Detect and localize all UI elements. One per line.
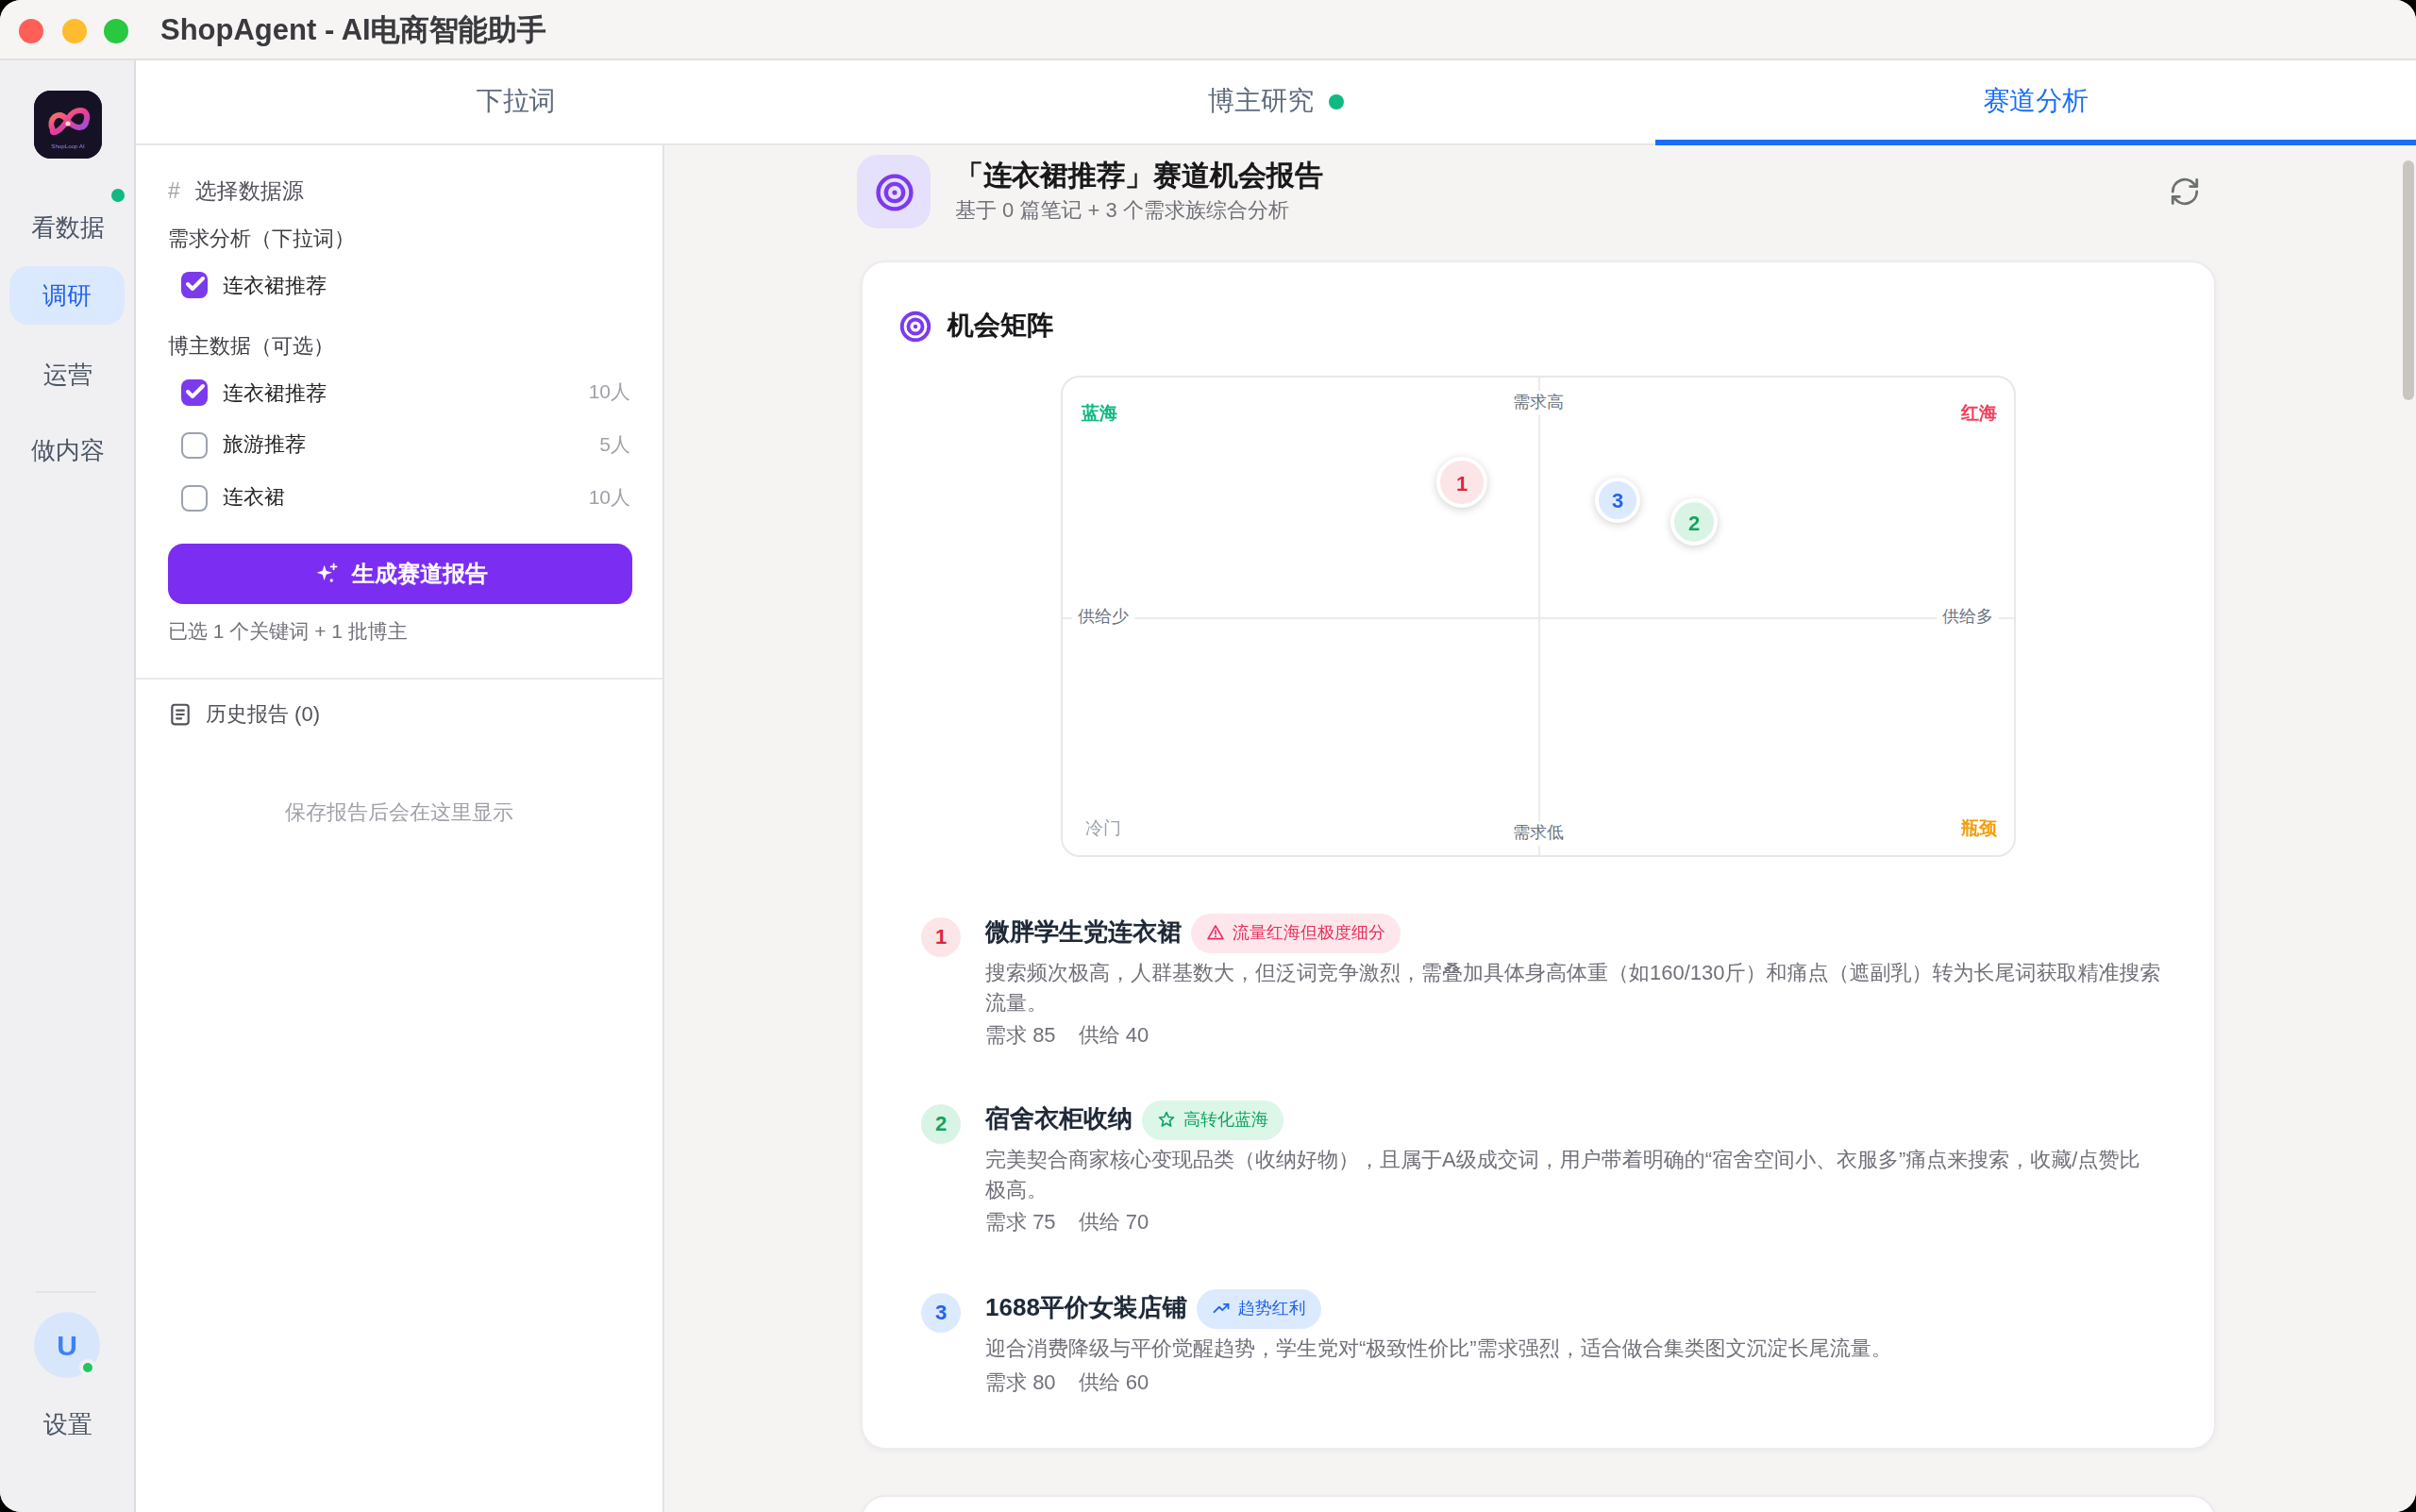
data-source-panel: #选择数据源 需求分析（下拉词） 连衣裙推荐 博主数据（可选） 连衣裙推荐 10… <box>136 145 664 1512</box>
history-empty-hint: 保存报告后会在这里显示 <box>136 798 663 827</box>
tab-dropdown-words[interactable]: 下拉词 <box>136 60 896 143</box>
checkbox-checked-icon[interactable] <box>181 272 208 298</box>
demand-section-label: 需求分析（下拉词） <box>168 225 355 253</box>
blogger-row[interactable]: 连衣裙推荐 10人 <box>181 379 630 406</box>
minimize-button[interactable] <box>61 18 86 42</box>
sparkles-icon <box>312 561 339 587</box>
refresh-button[interactable] <box>2156 162 2212 219</box>
history-header: 历史报告 (0) <box>168 700 320 729</box>
rank-badge: 1 <box>921 917 961 957</box>
checkbox-unchecked-icon[interactable] <box>181 431 208 458</box>
star-icon <box>1157 1110 1176 1129</box>
axis-demand-high: 需求高 <box>1507 391 1569 415</box>
app-window: ShopAgent - AI电商智能助手 ShopLoop AI 看数据 调研 … <box>0 0 2416 1512</box>
online-status-dot <box>79 1359 96 1376</box>
opportunity-badge: 高转化蓝海 <box>1142 1100 1284 1139</box>
opportunity-stats: 需求 75 供给 70 <box>985 1208 2176 1236</box>
blogger-section-label: 博主数据（可选） <box>168 332 334 361</box>
quadrant-cold: 冷门 <box>1085 817 1121 842</box>
selection-note: 已选 1 个关键词 + 1 批博主 <box>168 619 408 646</box>
quadrant-bottleneck: 瓶颈 <box>1961 817 1997 842</box>
rank-badge: 3 <box>921 1293 961 1333</box>
opportunity-title: 微胖学生党连衣裙 <box>985 916 1182 949</box>
quadrant-red-ocean: 红海 <box>1961 402 1997 427</box>
nav-rail: ShopLoop AI 看数据 调研 运营 做内容 U 设置 <box>0 60 136 1512</box>
svg-text:ShopLoop AI: ShopLoop AI <box>51 143 85 149</box>
blogger-tab-dot <box>1329 94 1344 109</box>
sidebar-item-settings[interactable]: 设置 <box>0 1408 136 1442</box>
zoom-button[interactable] <box>104 18 128 42</box>
opportunity-title: 宿舍衣柜收纳 <box>985 1102 1132 1136</box>
report-title: 「连衣裙推荐」赛道机会报告 <box>955 157 1323 193</box>
opportunity-stats: 需求 80 供给 60 <box>985 1368 2176 1396</box>
tab-track-analysis[interactable]: 赛道分析 <box>1656 60 2416 143</box>
document-icon <box>168 702 193 727</box>
opportunity-item-2: 2 宿舍衣柜收纳 高转化蓝海 完美契合商家核心变现品类（收纳好物），且属于A级成… <box>921 1100 2176 1236</box>
scrollbar-thumb[interactable] <box>2403 160 2414 400</box>
opportunity-stats: 需求 85 供给 40 <box>985 1021 2176 1050</box>
trending-up-icon <box>1212 1299 1231 1318</box>
opportunity-item-1: 1 微胖学生党连衣裙 流量红海但极度细分 搜索频次极高，人群基数大，但泛词竞争激… <box>921 914 2176 1050</box>
blogger-row[interactable]: 旅游推荐 5人 <box>181 431 630 458</box>
rank-badge: 2 <box>921 1104 961 1144</box>
opportunity-item-3: 3 1688平价女装店铺 趋势红利 迎合消费降级与平价觉醒趋势，学生党对“极致性… <box>921 1289 2176 1396</box>
opportunity-desc: 搜索频次极高，人群基数大，但泛词竞争激烈，需叠加具体身高体重（如160/130斤… <box>985 959 2176 1017</box>
next-section-card <box>861 1495 2216 1512</box>
titlebar: ShopAgent - AI电商智能助手 <box>0 0 2416 60</box>
opportunity-badge: 趋势红利 <box>1197 1288 1321 1328</box>
matrix-point-1[interactable]: 1 <box>1436 457 1487 508</box>
report-icon-tile <box>857 155 931 228</box>
sidebar-item-operation[interactable]: 运营 <box>0 359 136 393</box>
tab-blogger-research[interactable]: 博主研究 <box>896 60 1655 143</box>
opportunity-desc: 完美契合商家核心变现品类（收纳好物），且属于A级成交词，用户带着明确的“宿舍空间… <box>985 1146 2176 1204</box>
report-subtitle: 基于 0 篇笔记 + 3 个需求族综合分析 <box>955 196 1289 225</box>
refresh-icon <box>2168 175 2200 207</box>
opportunity-badge: 流量红海但极度细分 <box>1191 913 1401 952</box>
report-panel: 「连衣裙推荐」赛道机会报告 基于 0 篇笔记 + 3 个需求族综合分析 机会矩阵… <box>664 145 2416 1512</box>
matrix-title: 机会矩阵 <box>948 310 1053 344</box>
opportunity-matrix-card: 机会矩阵 蓝海 红海 冷门 瓶颈 需求高 需求低 供给少 供给多 1 3 2 1… <box>861 260 2216 1450</box>
source-header: #选择数据源 <box>168 177 304 206</box>
matrix-point-2[interactable]: 2 <box>1670 498 1718 546</box>
sidebar-divider <box>136 678 663 680</box>
axis-demand-low: 需求低 <box>1507 821 1569 846</box>
target-icon <box>898 310 932 344</box>
checkbox-unchecked-icon[interactable] <box>181 484 208 511</box>
opportunity-matrix-chart: 蓝海 红海 冷门 瓶颈 需求高 需求低 供给少 供给多 1 3 2 <box>1061 376 2016 857</box>
target-icon <box>873 171 914 212</box>
traffic-lights <box>19 18 128 42</box>
axis-supply-low: 供给少 <box>1072 604 1134 629</box>
opportunity-desc: 迎合消费降级与平价觉醒趋势，学生党对“极致性价比”需求强烈，适合做合集类图文沉淀… <box>985 1335 2176 1364</box>
generate-report-button[interactable]: 生成赛道报告 <box>168 544 632 604</box>
app-logo[interactable]: ShopLoop AI <box>34 91 102 159</box>
sidebar-item-data[interactable]: 看数据 <box>0 211 136 245</box>
matrix-header: 机会矩阵 <box>898 310 1053 344</box>
close-button[interactable] <box>19 18 43 42</box>
matrix-point-3[interactable]: 3 <box>1595 478 1640 523</box>
tab-bar: 下拉词 博主研究 赛道分析 <box>136 60 2416 145</box>
demand-keyword-row[interactable]: 连衣裙推荐 <box>181 272 630 298</box>
checkbox-checked-icon[interactable] <box>181 379 208 406</box>
data-nav-notification-dot <box>111 189 125 202</box>
rail-divider <box>36 1291 96 1293</box>
warning-icon <box>1206 923 1225 942</box>
window-title: ShopAgent - AI电商智能助手 <box>160 0 546 60</box>
opportunity-title: 1688平价女装店铺 <box>985 1291 1187 1325</box>
blogger-row[interactable]: 连衣裙 10人 <box>181 484 630 511</box>
sidebar-item-research[interactable]: 调研 <box>9 266 125 325</box>
axis-supply-high: 供给多 <box>1937 604 1999 629</box>
quadrant-blue-ocean: 蓝海 <box>1082 402 1117 427</box>
hash-icon: # <box>168 179 180 202</box>
sidebar-item-content[interactable]: 做内容 <box>0 434 136 468</box>
